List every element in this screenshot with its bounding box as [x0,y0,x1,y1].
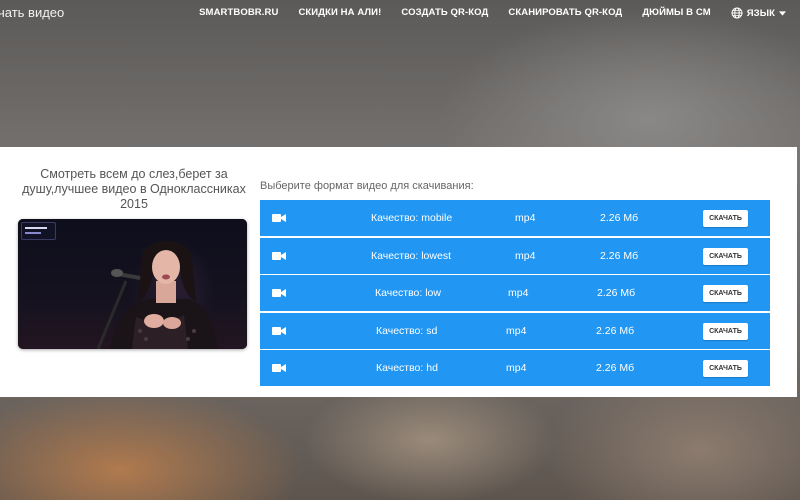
format-row: Качество: lowest mp4 2.26 Мб СКАЧАТЬ [260,237,770,274]
format-size: 2.26 Мб [596,324,635,337]
download-button[interactable]: СКАЧАТЬ [703,210,748,227]
channel-logo [21,222,56,240]
video-thumbnail[interactable] [18,219,247,349]
video-camera-icon [272,214,286,222]
format-type: mp4 [508,287,529,299]
download-button[interactable]: СКАЧАТЬ [703,285,748,302]
caret-down-icon [779,10,786,16]
nav-menu: SMARTBOBR.RU СКИДКИ НА АЛИ! СОЗДАТЬ QR-К… [199,7,786,19]
video-camera-icon [272,326,286,335]
top-navbar: чать видео SMARTBOBR.RU СКИДКИ НА АЛИ! С… [0,0,800,26]
format-quality: Качество: lowest [371,249,451,262]
globe-icon [731,7,743,19]
format-size: 2.26 Мб [597,287,636,299]
format-row: Качество: low mp4 2.26 Мб СКАЧАТЬ [260,275,770,311]
format-size: 2.26 Мб [596,362,635,374]
download-button[interactable]: СКАЧАТЬ [703,322,748,340]
format-prompt: Выберите формат видео для скачивания: [260,180,474,192]
format-quality: Качество: low [375,287,441,299]
nav-item-ali-discounts[interactable]: СКИДКИ НА АЛИ! [298,7,381,19]
format-type: mp4 [506,324,527,337]
format-row: Качество: hd mp4 2.26 Мб СКАЧАТЬ [260,350,770,386]
format-row: Качество: mobile mp4 2.26 Мб СКАЧАТЬ [260,200,770,236]
download-button[interactable]: СКАЧАТЬ [703,247,748,265]
nav-item-scan-qr[interactable]: СКАНИРОВАТЬ QR-КОД [508,7,622,19]
site-brand[interactable]: чать видео [0,5,64,20]
video-camera-icon [272,289,286,297]
format-quality: Качество: mobile [371,212,453,224]
download-button[interactable]: СКАЧАТЬ [703,360,748,377]
format-list: Качество: mobile mp4 2.26 Мб СКАЧАТЬ Кач… [260,200,770,388]
download-panel: Смотреть всем до слез,берет за душу,лучш… [0,147,797,397]
language-dropdown[interactable]: ЯЗЫК [731,7,786,19]
format-type: mp4 [515,249,536,262]
format-size: 2.26 Мб [600,249,639,262]
format-size: 2.26 Мб [600,212,639,224]
format-type: mp4 [506,362,527,374]
format-row: Качество: sd mp4 2.26 Мб СКАЧАТЬ [260,312,770,349]
nav-item-smartbobr[interactable]: SMARTBOBR.RU [199,7,278,19]
nav-item-create-qr[interactable]: СОЗДАТЬ QR-КОД [401,7,488,19]
logo-line [25,232,41,234]
video-title: Смотреть всем до слез,берет за душу,лучш… [22,167,246,211]
format-quality: Качество: hd [376,362,438,374]
video-camera-icon [272,251,286,260]
format-type: mp4 [515,212,536,224]
logo-line [25,227,47,229]
language-label: ЯЗЫК [746,7,775,19]
format-quality: Качество: sd [376,324,438,337]
nav-item-inches-to-cm[interactable]: ДЮЙМЫ В СМ [642,7,710,19]
video-camera-icon [272,364,286,372]
